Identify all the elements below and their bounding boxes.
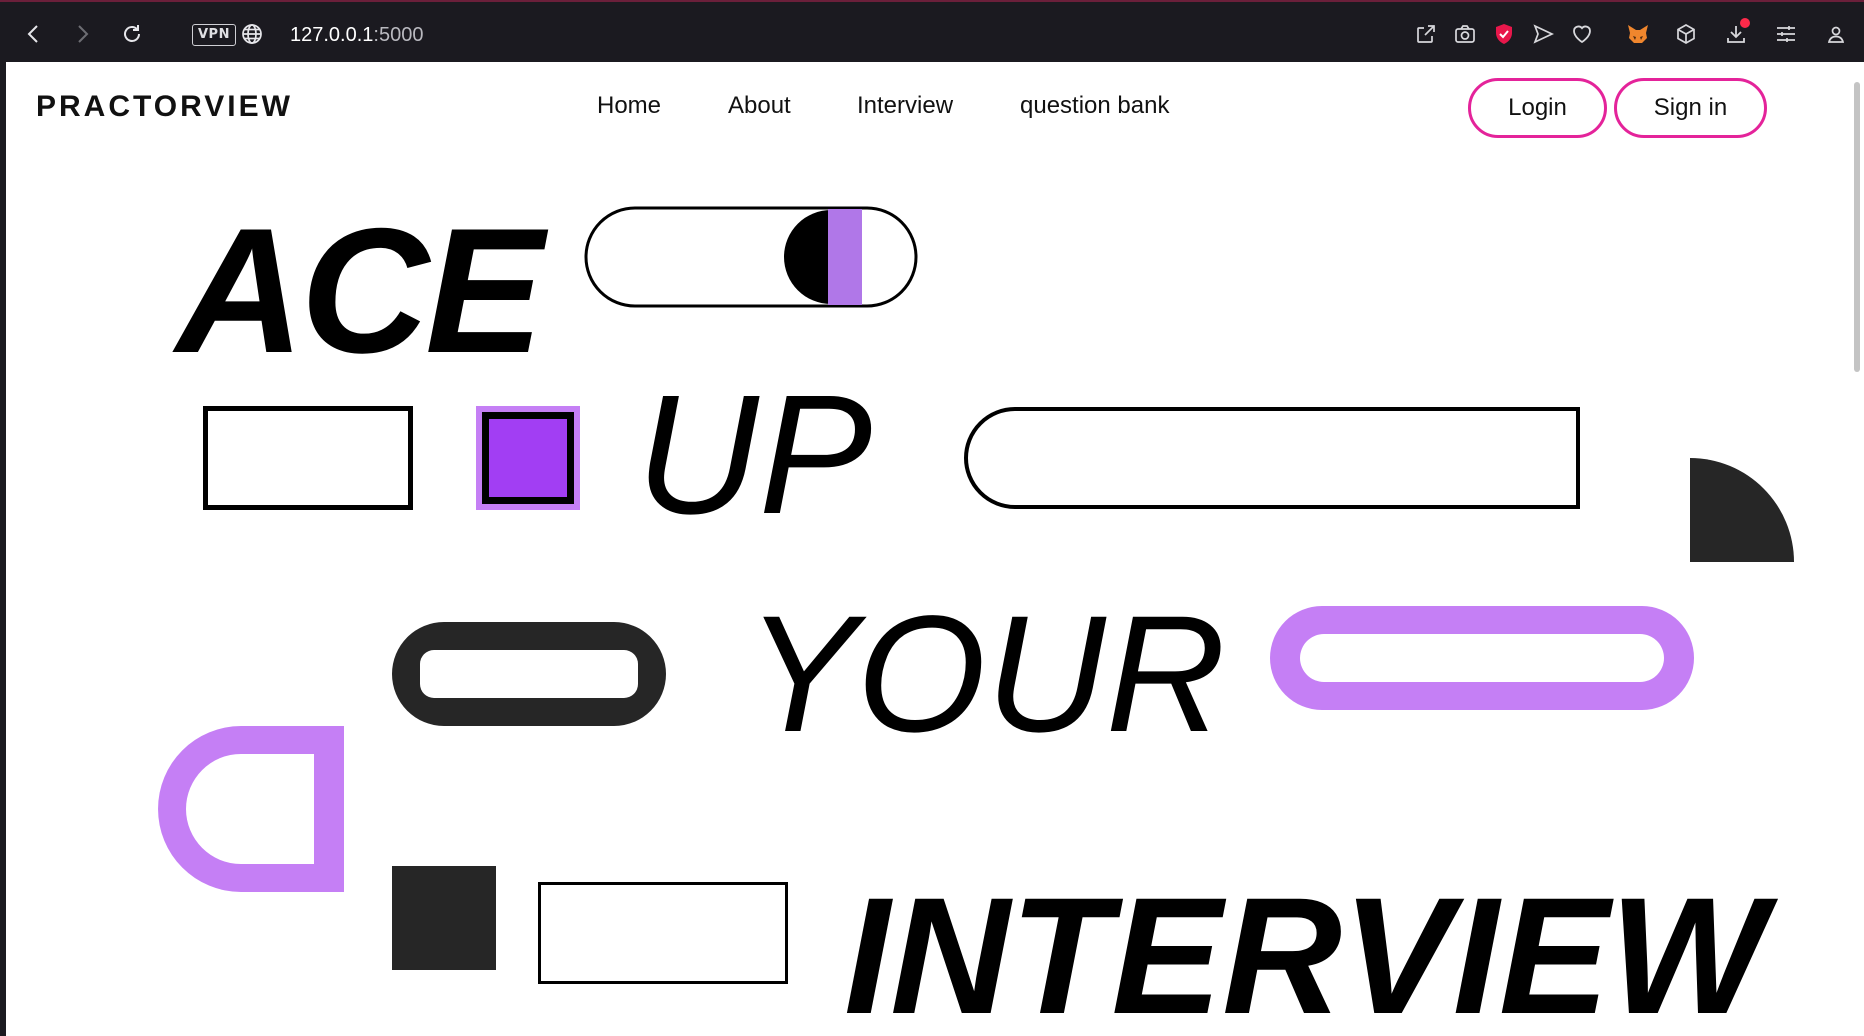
heart-icon[interactable]: [1566, 18, 1598, 50]
share-icon[interactable]: [1410, 18, 1442, 50]
decorative-quarter-circle: [1690, 458, 1794, 562]
decorative-purple-d-shape: [158, 726, 344, 892]
signin-button[interactable]: Sign in: [1614, 78, 1767, 138]
decorative-toggle: [584, 206, 918, 308]
globe-icon[interactable]: [236, 18, 268, 50]
hero-word-ace: ACE: [176, 191, 544, 390]
nav-interview[interactable]: Interview: [857, 92, 953, 120]
page-scrollbar[interactable]: [1854, 82, 1860, 372]
decorative-rect-outline: [203, 406, 413, 510]
nav-home[interactable]: Home: [597, 92, 661, 120]
page-viewport: PRACTORVIEW Home About Interview questio…: [6, 62, 1864, 1036]
decorative-purple-stadium: [1270, 606, 1694, 710]
url-host: 127.0.0.1: [290, 24, 374, 46]
nav-about[interactable]: About: [728, 92, 791, 120]
profile-icon[interactable]: [1820, 18, 1852, 50]
fox-extension-icon[interactable]: [1622, 18, 1654, 50]
vpn-badge[interactable]: VPN: [192, 24, 236, 46]
decorative-long-pill: [961, 406, 1581, 510]
login-button[interactable]: Login: [1468, 78, 1607, 138]
shield-icon[interactable]: [1488, 18, 1520, 50]
browser-toolbar: VPN 127.0.0.1:5000: [0, 0, 1864, 64]
address-bar[interactable]: 127.0.0.1:5000: [290, 22, 423, 48]
camera-icon[interactable]: [1449, 18, 1481, 50]
send-icon[interactable]: [1527, 18, 1559, 50]
settings-sliders-icon[interactable]: [1770, 18, 1802, 50]
decorative-dark-square: [392, 866, 496, 970]
nav-question-bank[interactable]: question bank: [1020, 92, 1169, 120]
url-port: :5000: [373, 24, 424, 46]
download-notification-dot: [1740, 18, 1750, 28]
site-logo[interactable]: PRACTORVIEW: [36, 90, 293, 124]
decorative-rect-outline-bottom: [538, 882, 788, 984]
decorative-dark-stadium: [392, 622, 666, 726]
download-icon[interactable]: [1720, 18, 1752, 50]
hero-word-up: UP: [636, 360, 873, 550]
forward-icon[interactable]: [66, 18, 98, 50]
hero-word-your: YOUR: [746, 582, 1226, 767]
hero-word-interview: INTERVIEW: [844, 864, 1767, 1036]
back-icon[interactable]: [18, 18, 50, 50]
decorative-purple-square: [476, 406, 580, 510]
cube-icon[interactable]: [1670, 18, 1702, 50]
reload-icon[interactable]: [116, 18, 148, 50]
